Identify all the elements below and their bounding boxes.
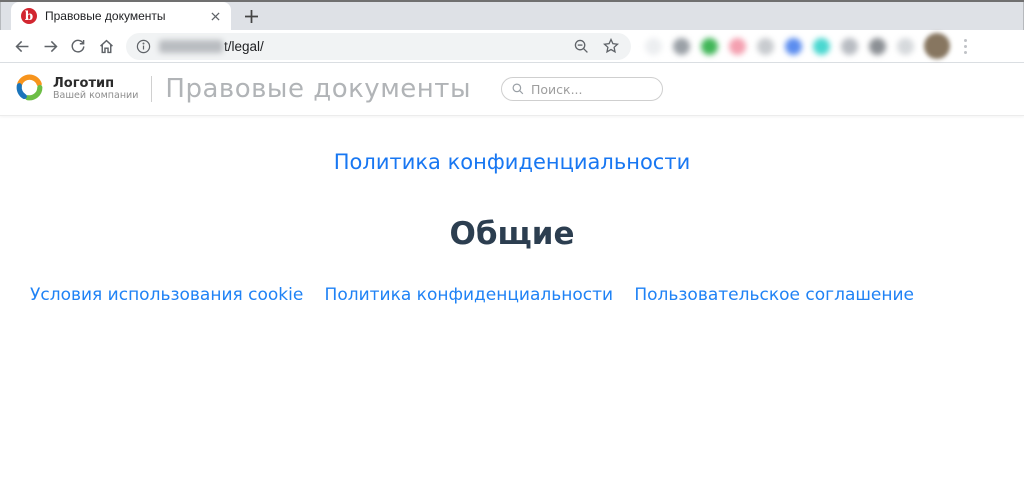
- section-heading: Общие: [0, 216, 1024, 252]
- tab-strip: b Правовые документы: [0, 2, 1024, 30]
- page-info-icon[interactable]: [136, 39, 151, 54]
- extension-icon[interactable]: [701, 38, 718, 55]
- bookmark-star-icon[interactable]: [603, 38, 619, 54]
- site-header: Логотип Вашей компании Правовые документ…: [0, 63, 1024, 116]
- tab-close-icon[interactable]: [207, 8, 223, 24]
- site-favicon-icon: b: [21, 8, 37, 24]
- logo-text: Логотип Вашей компании: [53, 77, 138, 102]
- browser-tab[interactable]: b Правовые документы: [11, 2, 231, 30]
- home-icon[interactable]: [92, 32, 120, 60]
- link-privacy-policy[interactable]: Политика конфиденциальности: [325, 285, 614, 305]
- extension-icon[interactable]: [785, 38, 802, 55]
- link-cookie-terms[interactable]: Условия использования cookie: [30, 285, 303, 305]
- extension-icon[interactable]: [757, 38, 774, 55]
- browser-menu-icon[interactable]: [960, 35, 971, 58]
- forward-icon[interactable]: [36, 32, 64, 60]
- search-icon: [512, 83, 524, 95]
- extension-icon[interactable]: [813, 38, 830, 55]
- blurred-domain: [159, 40, 223, 53]
- extension-icon[interactable]: [869, 38, 886, 55]
- search-input[interactable]: [531, 82, 652, 97]
- extensions-area: [645, 38, 914, 55]
- logo-subtitle: Вашей компании: [53, 91, 138, 101]
- profile-avatar[interactable]: [924, 33, 950, 59]
- extension-icon[interactable]: [897, 38, 914, 55]
- address-bar[interactable]: t/legal/: [126, 33, 631, 60]
- section-link-privacy-policy[interactable]: Политика конфиденциальности: [0, 150, 1024, 174]
- reload-icon[interactable]: [64, 32, 92, 60]
- tab-title: Правовые документы: [45, 9, 207, 23]
- extension-icon[interactable]: [729, 38, 746, 55]
- back-icon[interactable]: [8, 32, 36, 60]
- link-user-agreement[interactable]: Пользовательское соглашение: [634, 285, 914, 305]
- zoom-out-icon[interactable]: [574, 39, 589, 54]
- company-logo-icon[interactable]: [14, 72, 45, 107]
- page-title: Правовые документы: [165, 74, 471, 104]
- document-links: Условия использования cookie Политика ко…: [0, 285, 1024, 305]
- extension-icon[interactable]: [645, 38, 662, 55]
- extension-icon[interactable]: [841, 38, 858, 55]
- site-search-box[interactable]: [501, 77, 663, 101]
- header-divider: [151, 76, 152, 102]
- browser-toolbar: t/legal/: [0, 30, 1024, 63]
- extension-icon[interactable]: [673, 38, 690, 55]
- new-tab-button[interactable]: [237, 2, 265, 30]
- logo-title: Логотип: [53, 77, 138, 91]
- url-text: t/legal/: [224, 39, 264, 54]
